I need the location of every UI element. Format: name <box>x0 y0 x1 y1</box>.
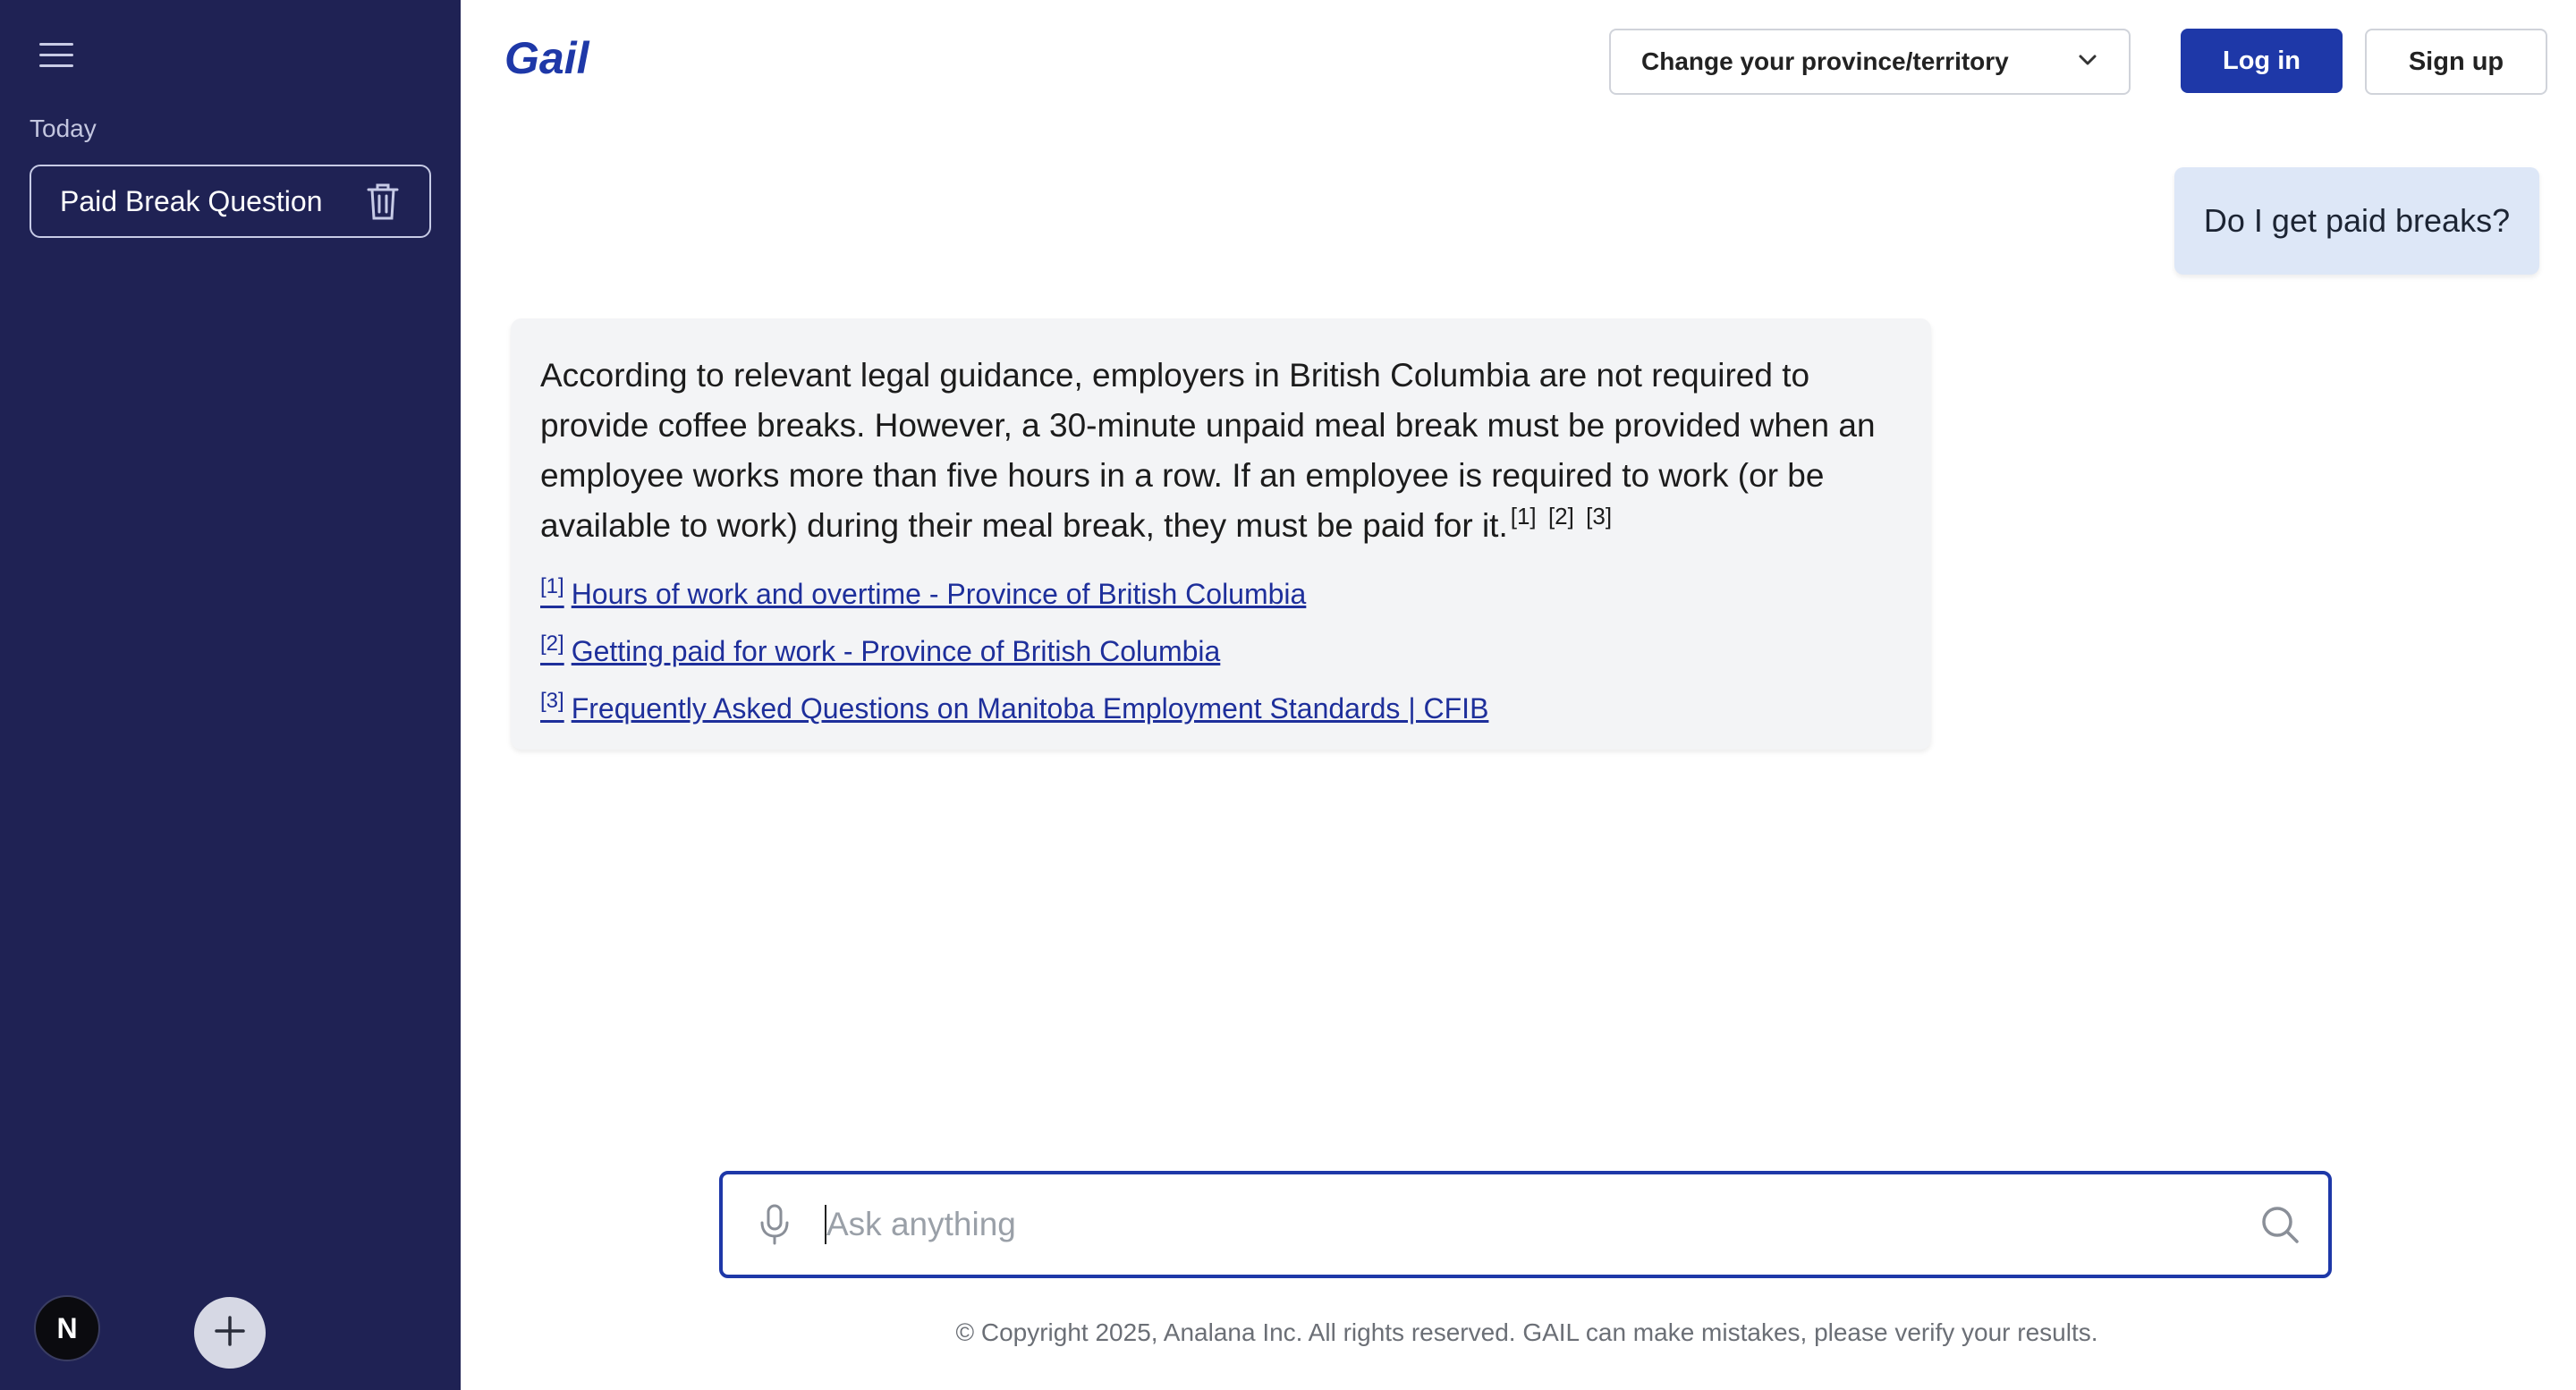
sources-list: [1] Hours of work and overtime - Province… <box>540 565 1902 737</box>
sidebar-chat-item[interactable]: Paid Break Question <box>30 165 431 238</box>
citation-3[interactable]: [3] <box>1586 503 1612 530</box>
chat-composer <box>719 1171 2332 1278</box>
assistant-answer: According to relevant legal guidance, em… <box>540 357 1876 544</box>
citation-2[interactable]: [2] <box>1548 503 1574 530</box>
assistant-message: According to relevant legal guidance, em… <box>511 318 1931 750</box>
province-select-label: Change your province/territory <box>1641 47 2009 75</box>
source-link-1[interactable]: [1] Hours of work and overtime - Province… <box>540 565 1902 623</box>
chat-input[interactable] <box>825 1205 2257 1244</box>
menu-icon[interactable] <box>36 38 79 73</box>
chat-item-label: Paid Break Question <box>60 184 323 217</box>
search-icon[interactable] <box>2257 1201 2303 1248</box>
sidebar: Today Paid Break Question N <box>0 0 461 1390</box>
trash-icon[interactable] <box>365 181 401 222</box>
assistant-message-text: According to relevant legal guidance, em… <box>540 351 1918 551</box>
signup-button[interactable]: Sign up <box>2365 29 2547 95</box>
province-select[interactable]: Change your province/territory <box>1609 29 2131 95</box>
login-button[interactable]: Log in <box>2181 29 2343 93</box>
microphone-icon[interactable] <box>755 1200 794 1249</box>
section-label-today: Today <box>30 114 97 142</box>
source-link-2[interactable]: [2] Getting paid for work - Province of B… <box>540 623 1902 680</box>
user-message: Do I get paid breaks? <box>2174 167 2539 275</box>
copyright-footer: © Copyright 2025, Analana Inc. All right… <box>955 1318 2098 1346</box>
citation-1[interactable]: [1] <box>1511 503 1537 530</box>
app-logo[interactable]: Gail <box>504 32 589 84</box>
source-link-3[interactable]: [3] Frequently Asked Questions on Manitob… <box>540 680 1902 737</box>
chevron-down-icon <box>2077 53 2098 72</box>
